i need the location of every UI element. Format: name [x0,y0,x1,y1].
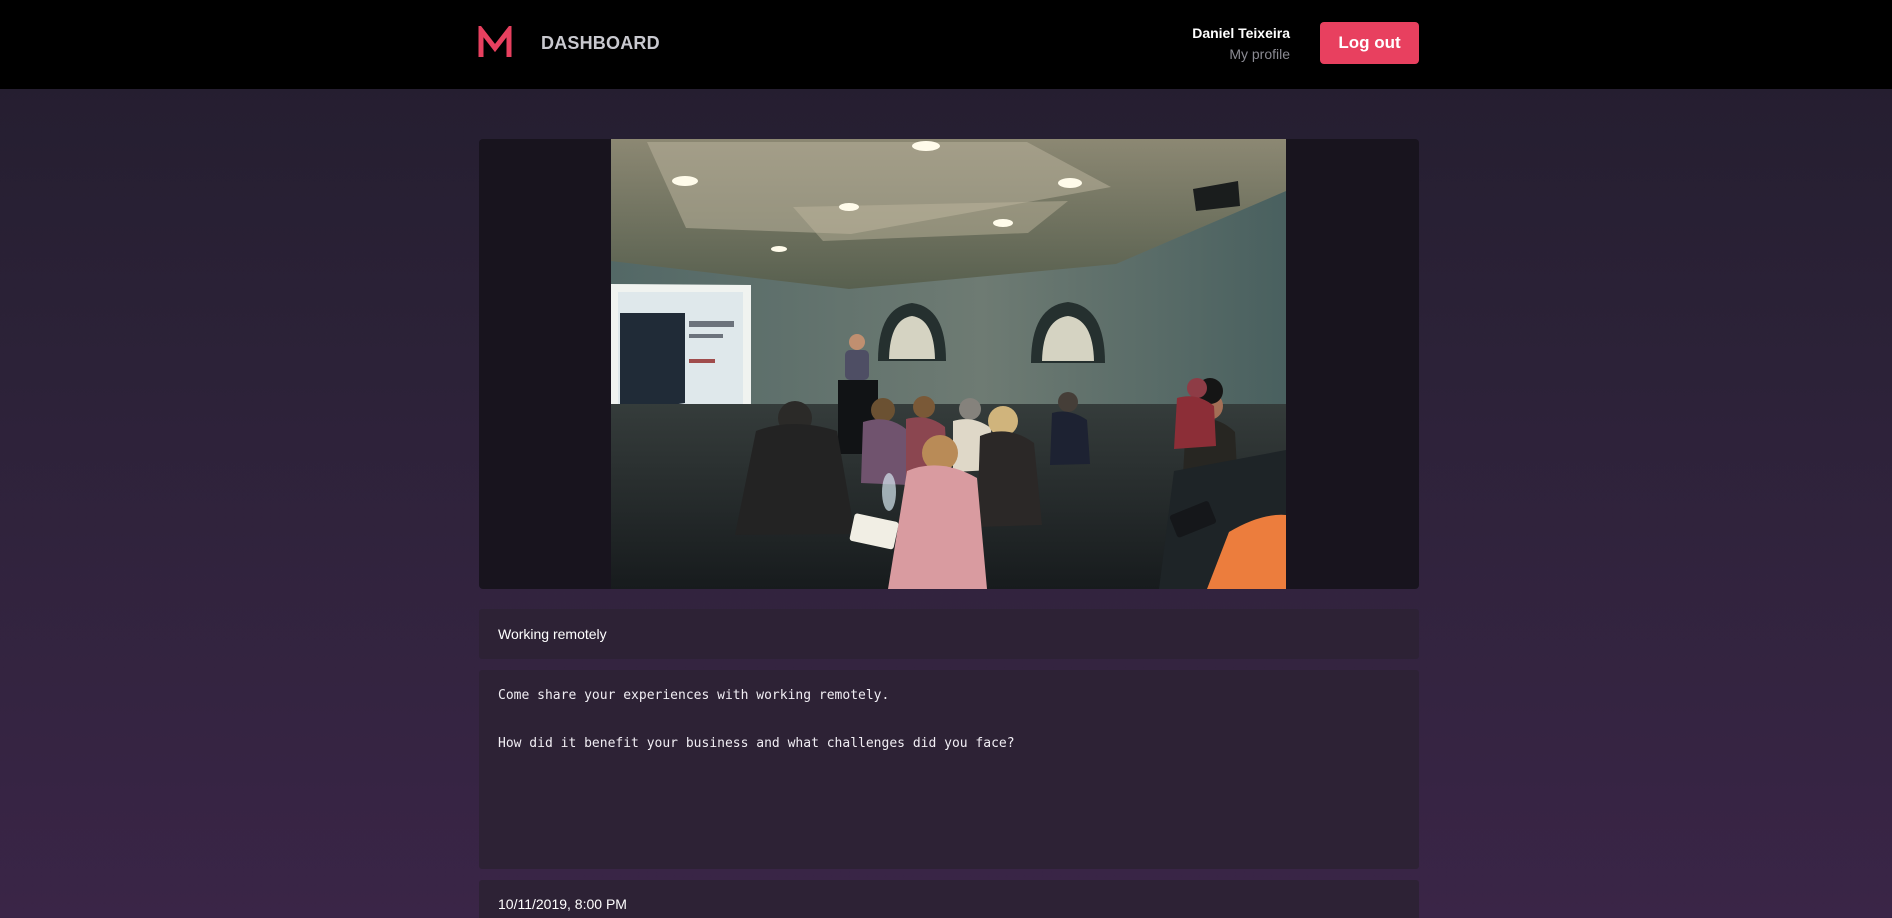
event-photo [611,139,1286,589]
user-name: Daniel Teixeira [1192,25,1290,41]
event-date-card: 10/11/2019, 8:00 PM [479,880,1419,918]
event-title: Working remotely [498,626,607,642]
event-description-line: Come share your experiences with working… [498,688,890,703]
event-description-line: How did it benefit your business and wha… [498,736,1015,751]
dashboard-title[interactable]: DASHBOARD [541,33,660,54]
m-logo-icon[interactable] [478,26,512,60]
user-menu: Daniel Teixeira My profile [1192,24,1290,63]
event-title-card: Working remotely [479,609,1419,659]
presentation-photo [611,139,1286,589]
event-image-panel [479,139,1419,589]
top-navigation-bar: DASHBOARD Daniel Teixeira My profile Log… [0,0,1892,89]
event-description-card: Come share your experiences with working… [479,670,1419,869]
logout-button[interactable]: Log out [1320,22,1419,64]
my-profile-link[interactable]: My profile [1192,45,1290,63]
event-date: 10/11/2019, 8:00 PM [498,896,627,912]
